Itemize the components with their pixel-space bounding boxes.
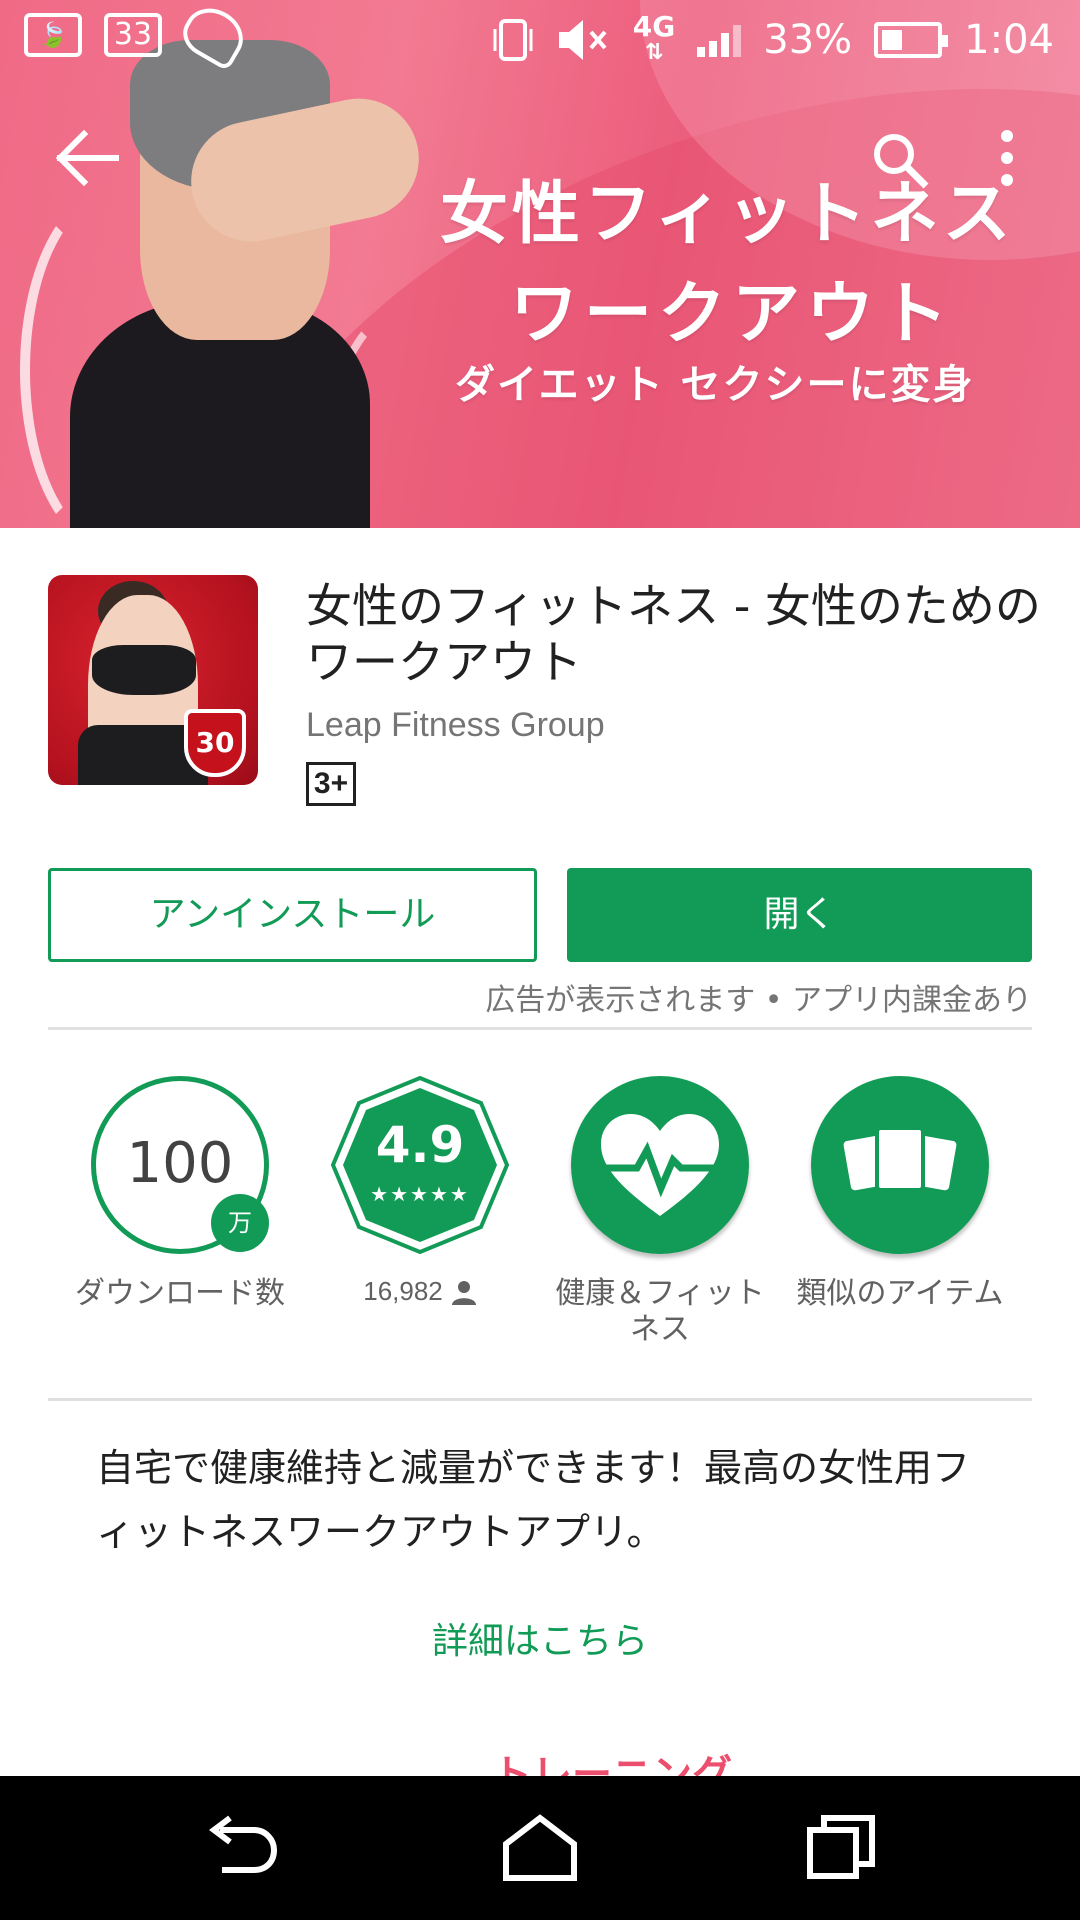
rating-stars: ★★★★★: [370, 1182, 470, 1206]
shoe-icon: [175, 0, 253, 72]
downloads-unit-badge: 万: [211, 1194, 269, 1252]
app-icon: 30: [48, 575, 258, 785]
signal-icon: [697, 23, 742, 57]
open-button[interactable]: 開く: [567, 868, 1032, 962]
downloads-value: 100: [126, 1131, 234, 1196]
downloads-label: ダウンロード数: [75, 1276, 285, 1311]
rating-count: 16,982: [363, 1276, 443, 1306]
app-title: 女性のフィットネス - 女性のためのワークアウト: [306, 579, 1041, 689]
rating-count-row: 16,982: [310, 1276, 530, 1307]
person-icon: [451, 1280, 476, 1305]
arrow-back-icon[interactable]: [50, 128, 120, 188]
stat-downloads: 100 万 ダウンロード数: [70, 1076, 290, 1312]
stat-similar[interactable]: 類似のアイテム: [790, 1076, 1010, 1312]
hero-banner: 女性フィットネス ワークアウト ダイエット セクシーに変身: [0, 0, 1080, 528]
notification-count-icon: 33: [104, 13, 162, 57]
hero-subtitle: ダイエット セクシーに変身: [455, 362, 975, 408]
similar-circle: [811, 1076, 989, 1254]
app-icon-30-badge: 30: [184, 709, 246, 777]
system-navigation-bar: [0, 1776, 1080, 1920]
status-bar: 🍃 33 4G ⇅ 33% 1:04: [0, 0, 1080, 78]
app-icon-sports-top: [92, 645, 196, 695]
divider: [48, 1027, 1032, 1030]
content-rating-badge[interactable]: 3+: [306, 762, 356, 806]
mute-icon: [558, 20, 607, 60]
read-more-link[interactable]: 詳細はこちら: [0, 1612, 1080, 1664]
category-label: 健康＆フィットネス: [555, 1276, 765, 1347]
nav-back-icon[interactable]: [200, 1812, 280, 1884]
similar-cards-icon: [843, 1126, 957, 1192]
similar-label: 類似のアイテム: [796, 1276, 1004, 1311]
battery-icon: [874, 22, 949, 58]
battery-percent: 33%: [763, 17, 853, 63]
stat-rating[interactable]: 4.9 ★★★★★ 16,982: [310, 1076, 530, 1307]
clock: 1:04: [964, 17, 1054, 63]
nav-recent-apps-icon[interactable]: [800, 1812, 880, 1884]
more-vert-icon[interactable]: [995, 128, 1019, 188]
screenshot-preview-training[interactable]: トレーニング: [492, 1742, 732, 1778]
app-short-description: 自宅で健康維持と減量ができます！最高の女性用フィットネスワークアウトアプリ。: [96, 1446, 971, 1554]
hero-fitness-model-image: [70, 0, 430, 528]
heart-pulse-icon: [601, 1114, 719, 1216]
category-circle: [571, 1076, 749, 1254]
hero-title-line2: ワークアウト: [510, 275, 955, 354]
divider: [48, 1398, 1032, 1401]
ads-in-app-purchase-note: 広告が表示されます • アプリ内課金あり: [485, 983, 1032, 1018]
nav-home-icon[interactable]: [500, 1812, 580, 1884]
stat-category[interactable]: 健康＆フィットネス: [550, 1076, 770, 1348]
developer-link[interactable]: Leap Fitness Group: [306, 706, 605, 745]
rating-value: 4.9: [375, 1116, 465, 1174]
uninstall-button[interactable]: アンインストール: [48, 868, 537, 962]
network-4g-icon: 4G ⇅: [632, 10, 676, 66]
search-icon[interactable]: [870, 130, 930, 190]
leaf-battery-icon: 🍃: [24, 13, 82, 57]
vibrate-icon: [493, 19, 533, 61]
